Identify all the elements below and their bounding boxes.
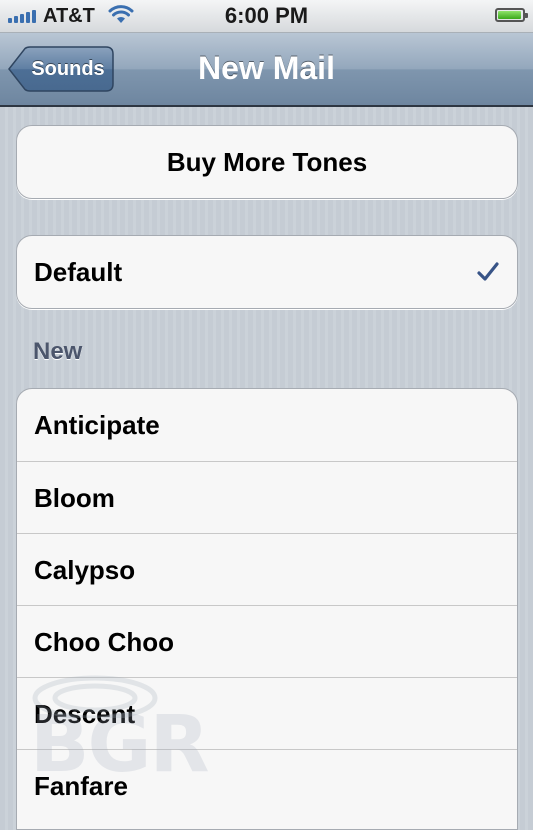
battery-level-fill bbox=[498, 11, 521, 19]
tone-item-anticipate[interactable]: Anticipate bbox=[17, 389, 517, 461]
tone-item-descent[interactable]: Descent bbox=[17, 677, 517, 749]
default-group: Default bbox=[16, 235, 518, 309]
checkmark-icon bbox=[477, 262, 499, 281]
tone-item-default[interactable]: Default bbox=[17, 236, 517, 308]
buy-more-tones-button[interactable]: Buy More Tones bbox=[17, 126, 517, 198]
tone-item-calypso[interactable]: Calypso bbox=[17, 533, 517, 605]
tone-list: Anticipate Bloom Calypso Choo Choo Desce… bbox=[16, 388, 518, 830]
tone-item-choo-choo[interactable]: Choo Choo bbox=[17, 605, 517, 677]
status-time: 6:00 PM bbox=[224, 3, 309, 28]
battery-icon bbox=[495, 8, 528, 22]
tone-item-bloom[interactable]: Bloom bbox=[17, 461, 517, 533]
page-title: New Mail bbox=[198, 50, 335, 86]
navigation-bar: Sounds New Mail bbox=[0, 33, 533, 107]
status-bar: AT&T 6:00 PM bbox=[0, 0, 533, 33]
section-header-new: New bbox=[33, 338, 83, 365]
tone-label: Default bbox=[34, 257, 123, 287]
tone-item-fanfare[interactable]: Fanfare bbox=[17, 749, 517, 821]
buy-tones-group: Buy More Tones bbox=[16, 125, 518, 199]
